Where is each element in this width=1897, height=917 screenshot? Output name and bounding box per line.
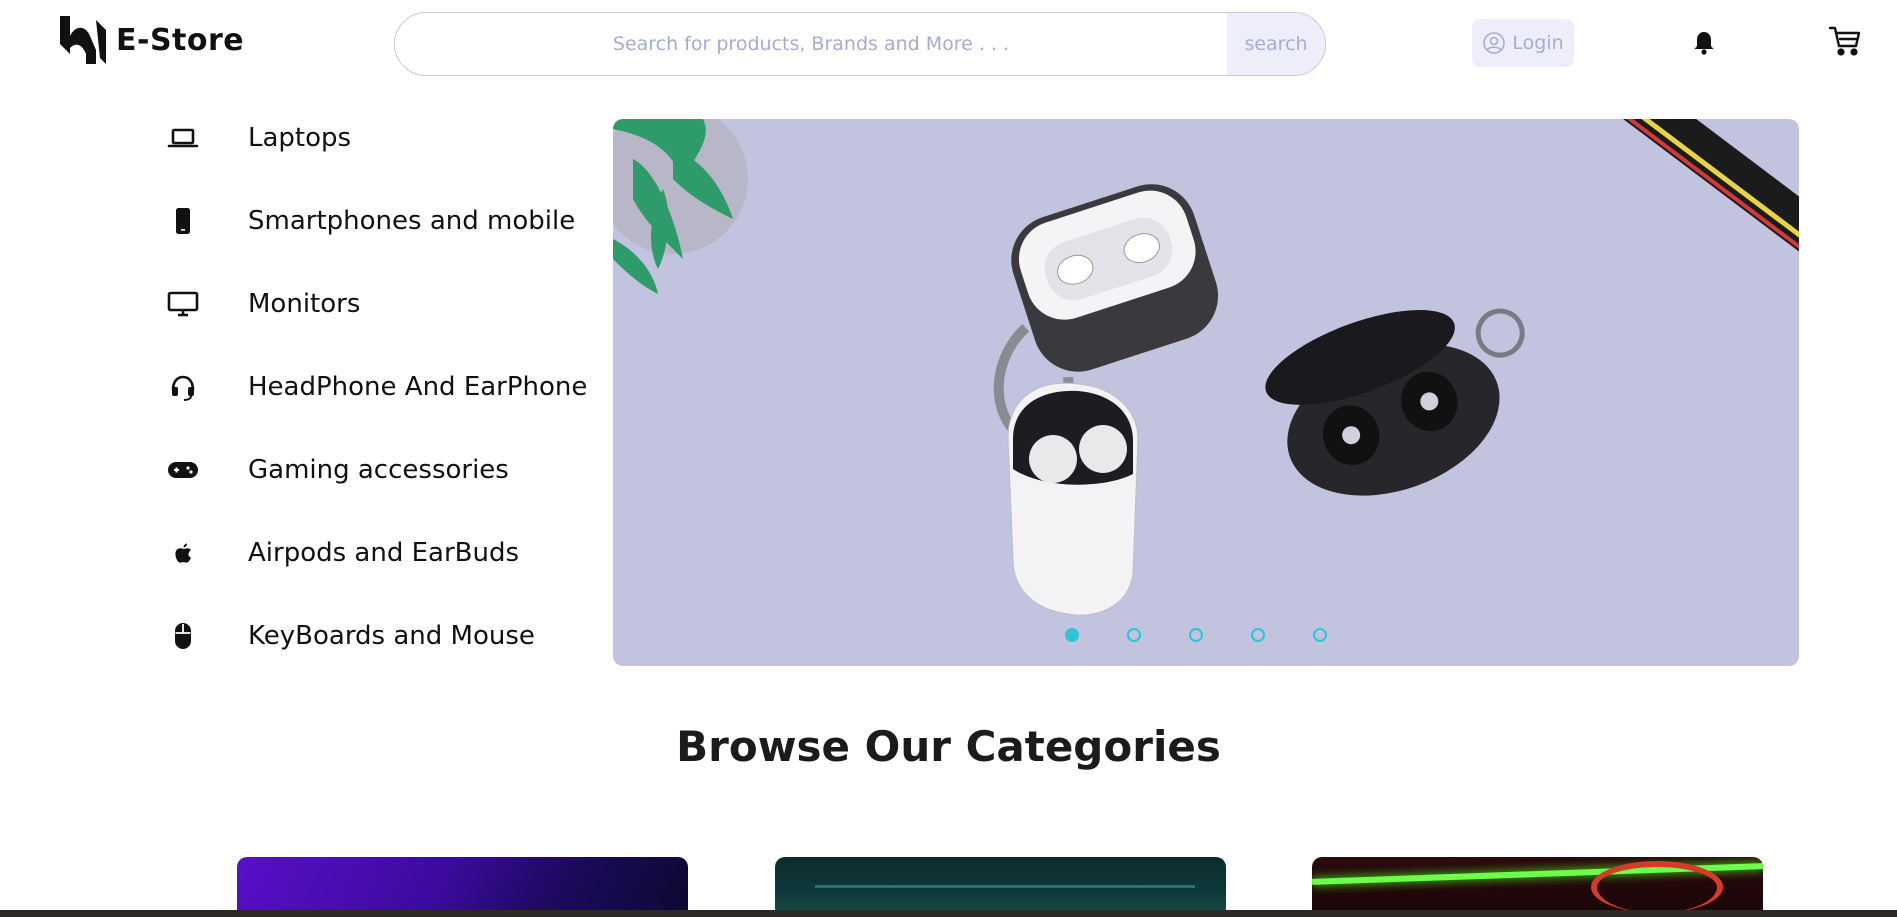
section-title: Browse Our Categories bbox=[676, 722, 1221, 771]
brand-name: E-Store bbox=[116, 22, 245, 58]
card-image bbox=[815, 885, 1195, 888]
sidebar-item-label: HeadPhone And EarPhone bbox=[248, 371, 588, 402]
banner-image bbox=[613, 119, 1799, 616]
laptop-icon bbox=[160, 121, 206, 155]
monitor-icon bbox=[160, 287, 206, 321]
login-label: Login bbox=[1512, 32, 1564, 54]
mouse-icon bbox=[160, 619, 206, 653]
category-card[interactable] bbox=[1312, 857, 1763, 917]
hero-carousel[interactable] bbox=[613, 119, 1799, 666]
sidebar-item-keyboards[interactable]: KeyBoards and Mouse bbox=[160, 594, 600, 677]
search-input[interactable] bbox=[395, 13, 1227, 75]
login-button[interactable]: Login bbox=[1472, 19, 1574, 67]
header: E-Store search Login bbox=[0, 0, 1897, 90]
sidebar-item-label: Monitors bbox=[248, 288, 361, 319]
apple-icon bbox=[160, 536, 206, 570]
sidebar-item-headphones[interactable]: HeadPhone And EarPhone bbox=[160, 345, 600, 428]
headphone-icon bbox=[160, 370, 206, 404]
sidebar-item-label: KeyBoards and Mouse bbox=[248, 620, 535, 651]
category-card[interactable] bbox=[237, 857, 688, 917]
user-circle-icon bbox=[1483, 32, 1506, 54]
search-bar: search bbox=[394, 12, 1326, 76]
search-button[interactable]: search bbox=[1227, 13, 1325, 75]
carousel-indicators bbox=[1065, 628, 1327, 642]
carousel-dot-4[interactable] bbox=[1251, 628, 1265, 642]
gamepad-icon bbox=[160, 453, 206, 487]
category-card[interactable] bbox=[775, 857, 1226, 917]
carousel-dot-2[interactable] bbox=[1127, 628, 1141, 642]
logo-mark-icon bbox=[60, 16, 106, 64]
card-image bbox=[1591, 861, 1723, 913]
sidebar-item-laptops[interactable]: Laptops bbox=[160, 96, 600, 179]
sidebar-item-airpods[interactable]: Airpods and EarBuds bbox=[160, 511, 600, 594]
carousel-dot-3[interactable] bbox=[1189, 628, 1203, 642]
sidebar-item-label: Smartphones and mobile bbox=[248, 205, 576, 236]
category-sidebar: Laptops Smartphones and mobile Monitors bbox=[160, 96, 600, 677]
bottom-edge bbox=[0, 910, 1897, 917]
sidebar-item-label: Laptops bbox=[248, 122, 352, 153]
sidebar-item-label: Gaming accessories bbox=[248, 454, 509, 485]
cart-icon[interactable] bbox=[1828, 24, 1862, 58]
brand-logo[interactable]: E-Store bbox=[56, 14, 244, 66]
sidebar-item-gaming[interactable]: Gaming accessories bbox=[160, 428, 600, 511]
sidebar-item-label: Airpods and EarBuds bbox=[248, 537, 520, 568]
sidebar-item-smartphones[interactable]: Smartphones and mobile bbox=[160, 179, 600, 262]
carousel-dot-5[interactable] bbox=[1313, 628, 1327, 642]
sidebar-item-monitors[interactable]: Monitors bbox=[160, 262, 600, 345]
bell-icon[interactable] bbox=[1692, 30, 1716, 56]
smartphone-icon bbox=[160, 204, 206, 238]
carousel-dot-1[interactable] bbox=[1065, 628, 1079, 642]
